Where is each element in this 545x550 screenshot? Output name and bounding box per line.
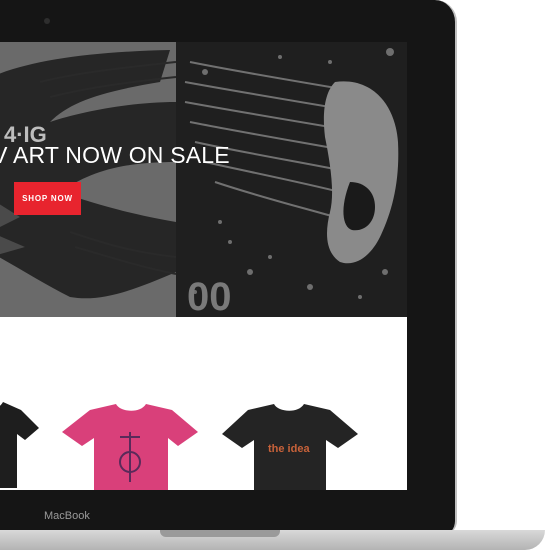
tshirt-print-text: the idea [268,443,310,455]
webcam [44,18,50,24]
hero-title: GV ART NOW ON SALE [0,142,230,168]
hinge-notch [160,530,280,537]
shop-now-button[interactable]: SHOP NOW [14,182,81,215]
product-tshirt-logo[interactable]: the idea [220,402,360,490]
device-brand-label: MacBook [44,510,90,522]
product-tshirt-pink[interactable] [60,402,200,490]
product-tshirt-black[interactable] [0,400,40,490]
hero-right-artwork-text: 00 [187,275,232,317]
hero-artwork-illustration: 4·IG 00 [0,48,399,317]
product-row: the idea [0,317,407,490]
laptop-shell: 4·IG 00 ART NOW ON SALE SHOP NOW the ide… [0,0,457,535]
hero-banner: 4·IG 00 ART NOW ON SALE SHOP NOW [0,42,407,317]
screen: 4·IG 00 ART NOW ON SALE SHOP NOW the ide… [0,42,407,490]
